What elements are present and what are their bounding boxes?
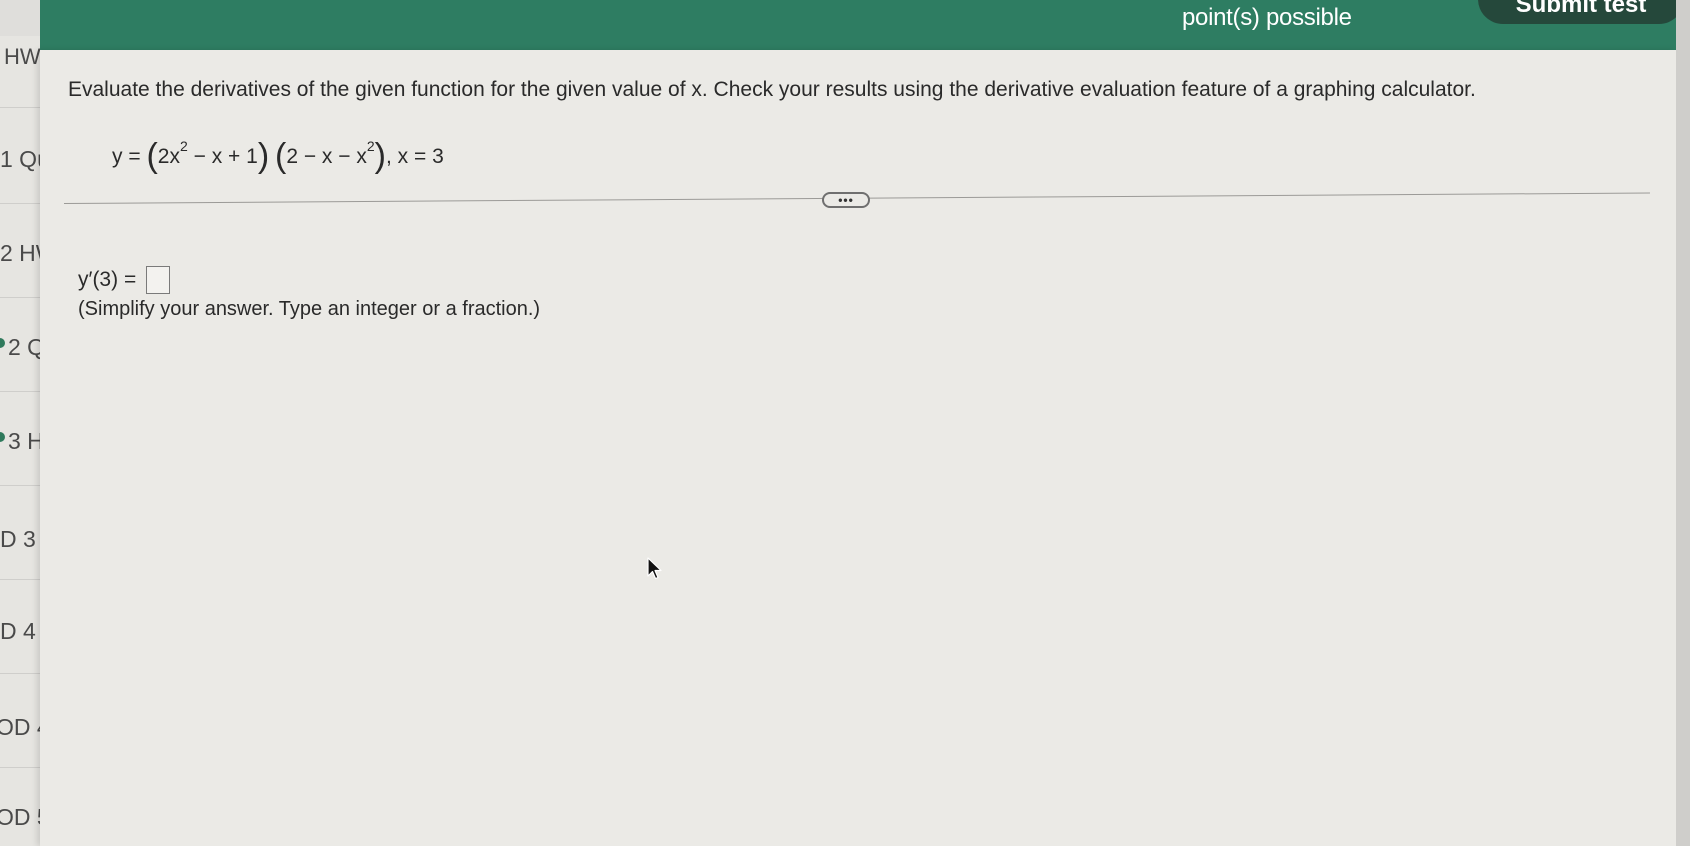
- mouse-cursor-icon: [647, 557, 662, 580]
- close-paren-icon: ): [374, 137, 386, 175]
- screen-edge: [1676, 0, 1690, 846]
- factor2-term: 2 − x − x: [286, 145, 367, 168]
- points-possible-label: point(s) possible: [1182, 4, 1352, 31]
- factor1-term: 2x: [157, 145, 180, 168]
- factor2-exponent: 2: [366, 138, 375, 154]
- equation-lhs: y =: [112, 145, 141, 168]
- given-x-value: , x = 3: [385, 145, 444, 168]
- function-equation: y = (2x2 − x + 1) (2 − x − x2), x = 3: [112, 137, 444, 175]
- factor1-rest: − x + 1: [187, 145, 258, 168]
- status-dot: [0, 432, 5, 442]
- status-dot: [0, 338, 5, 348]
- expand-more-button[interactable]: •••: [822, 192, 870, 208]
- question-panel: Evaluate the derivatives of the given fu…: [40, 50, 1676, 846]
- open-paren-icon: (: [146, 137, 158, 175]
- close-paren-icon: ): [257, 137, 270, 175]
- open-paren-icon: (: [274, 137, 287, 175]
- answer-row: y′(3) =: [78, 266, 171, 294]
- sidebar-item-label: HW: [4, 44, 41, 69]
- answer-input[interactable]: [146, 266, 171, 294]
- test-header: point(s) possible Submit test: [40, 0, 1684, 56]
- question-instruction: Evaluate the derivatives of the given fu…: [68, 78, 1476, 101]
- answer-label: y′(3) =: [78, 268, 137, 291]
- answer-hint: (Simplify your answer. Type an integer o…: [78, 298, 541, 320]
- submit-test-button[interactable]: Submit test: [1478, 0, 1684, 24]
- factor1-exponent: 2: [179, 138, 188, 154]
